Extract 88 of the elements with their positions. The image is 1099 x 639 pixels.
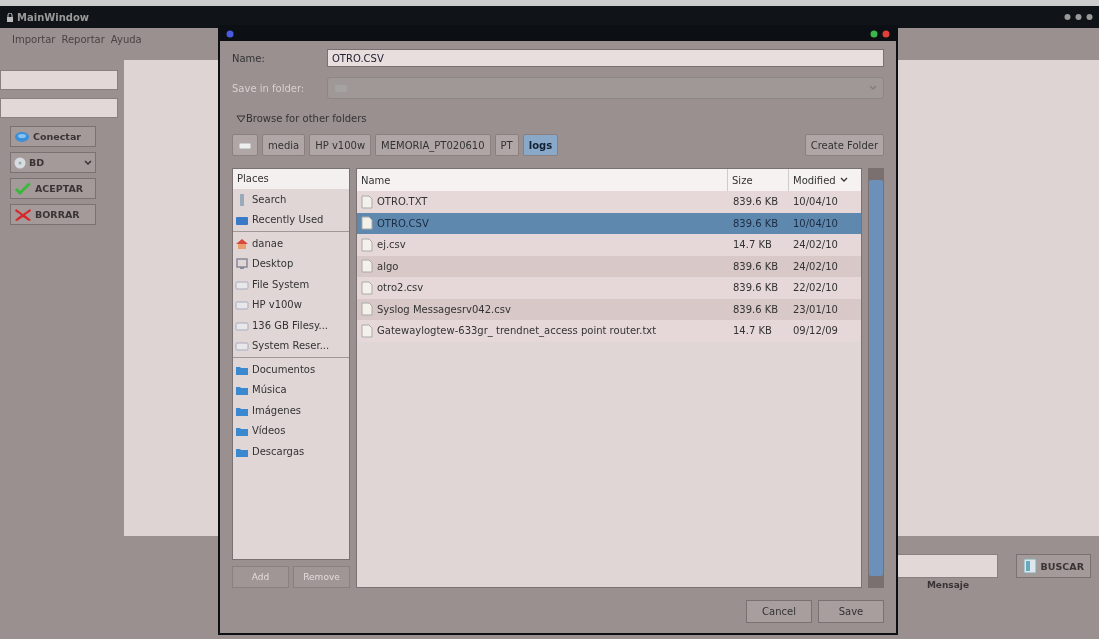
file-icon [361,280,373,295]
place-item[interactable]: Descargas [233,441,349,462]
place-item[interactable]: Vídeos [233,420,349,441]
drive-icon [235,298,249,312]
file-date: 23/01/10 [792,303,839,315]
cross-icon [14,207,32,222]
column-header: Places [233,169,349,189]
disc-icon [14,156,26,169]
file-name: OTRO.CSV [377,217,429,229]
side-button[interactable]: BORRAR [10,204,96,225]
file-name: Gatewaylogtew-633gr_ trendnet_access point router.txt [377,325,657,337]
path-button[interactable]: MEMORIA_PT020610 [375,134,491,156]
file-size: 839.6 KB [732,282,780,294]
side-button[interactable]: Conectar [10,126,96,147]
path-button[interactable]: media [262,134,306,156]
file-icon [361,259,373,274]
house-icon [235,236,249,250]
place-item[interactable]: Search [233,189,349,210]
drive-icon [235,339,249,353]
input-field[interactable] [0,98,118,118]
place-item[interactable]: Documentos [233,359,349,380]
message-label: Mensaje [926,580,969,590]
file-icon [361,323,373,338]
create-folder-button[interactable]: Create Folder [804,134,884,156]
file-icon [361,216,373,231]
caret-icon [869,85,877,91]
drive-button[interactable] [232,134,258,156]
file-row[interactable]: otro2.csv 839.6 KB 22/02/10 [357,277,861,299]
filename-field[interactable]: OTRO.CSV [327,49,884,67]
checkmark-icon [14,181,32,196]
close-icon [882,30,890,38]
dialog-button[interactable]: Cancel [746,600,812,623]
path-button[interactable]: PT [494,134,519,156]
dialog-button[interactable]: Save [818,600,884,623]
folder-label: Save in folder: [232,82,306,94]
file-date: 24/02/10 [792,260,839,272]
file-row[interactable]: Gatewaylogtew-633gr_ trendnet_access point router.txt 14.7 KB 09/12/09 [357,320,861,342]
file-row[interactable]: ej.csv 14.7 KB 24/02/10 [357,234,861,256]
lock-icon [6,12,14,22]
file-name: Syslog Messagesrv042.csv [377,303,511,315]
monitor-icon [235,257,249,271]
place-item[interactable]: File System [233,274,349,295]
file-name: otro2.csv [377,282,424,294]
place-item[interactable]: danae [233,233,349,254]
expander-arrow-icon [236,113,246,124]
file-icon [361,194,373,209]
file-row[interactable]: Syslog Messagesrv042.csv 839.6 KB 23/01/10 [357,298,861,320]
place-item[interactable]: Desktop [233,253,349,274]
place-item[interactable]: Imágenes [233,400,349,421]
file-date: 22/02/10 [792,282,839,294]
window-title: MainWindow [6,11,90,23]
globe-icon [14,130,30,143]
file-name: ej.csv [377,239,406,251]
file-row[interactable]: OTRO.CSV 839.6 KB 10/04/10 [357,212,861,234]
file-row[interactable]: OTRO.TXT 839.6 KB 10/04/10 [357,191,861,213]
side-button[interactable]: ACEPTAR [10,178,96,199]
file-date: 24/02/10 [792,239,839,251]
file-row[interactable]: algo 839.6 KB 24/02/10 [357,255,861,277]
database-dropdown[interactable]: BD [10,152,96,173]
browse-expander[interactable]: Browse for other folders [236,113,396,124]
file-name: algo [377,260,399,272]
file-name: OTRO.TXT [377,196,428,208]
file-icon [361,237,373,252]
place-item[interactable]: HP v100w [233,294,349,315]
maximize-icon [870,30,878,38]
path-button[interactable]: logs [522,134,559,156]
input-field[interactable] [0,70,118,90]
window-menu-icon [226,30,234,38]
column-header[interactable]: Name [357,169,727,191]
place-item[interactable]: Música [233,379,349,400]
search-button[interactable]: BUSCAR [1015,554,1091,578]
file-size: 839.6 KB [732,196,780,208]
place-item[interactable]: 136 GB Filesy... [233,315,349,336]
place-item[interactable]: System Reser... [233,335,349,356]
file-size: 14.7 KB [732,325,773,337]
file-icon [361,302,373,317]
file-size: 14.7 KB [732,239,773,251]
file-size: 839.6 KB [732,303,780,315]
scrollbar-thumb[interactable] [869,180,883,576]
file-date: 10/04/10 [792,196,839,208]
file-date: 09/12/09 [792,325,839,337]
name-label: Name: [232,52,266,64]
caret-icon [84,159,92,166]
path-button[interactable]: HP v100w [309,134,372,156]
file-size: 839.6 KB [732,260,780,272]
file-size: 839.6 KB [732,217,780,229]
place-item[interactable]: Recently Used [233,209,349,230]
file-date: 10/04/10 [792,217,839,229]
